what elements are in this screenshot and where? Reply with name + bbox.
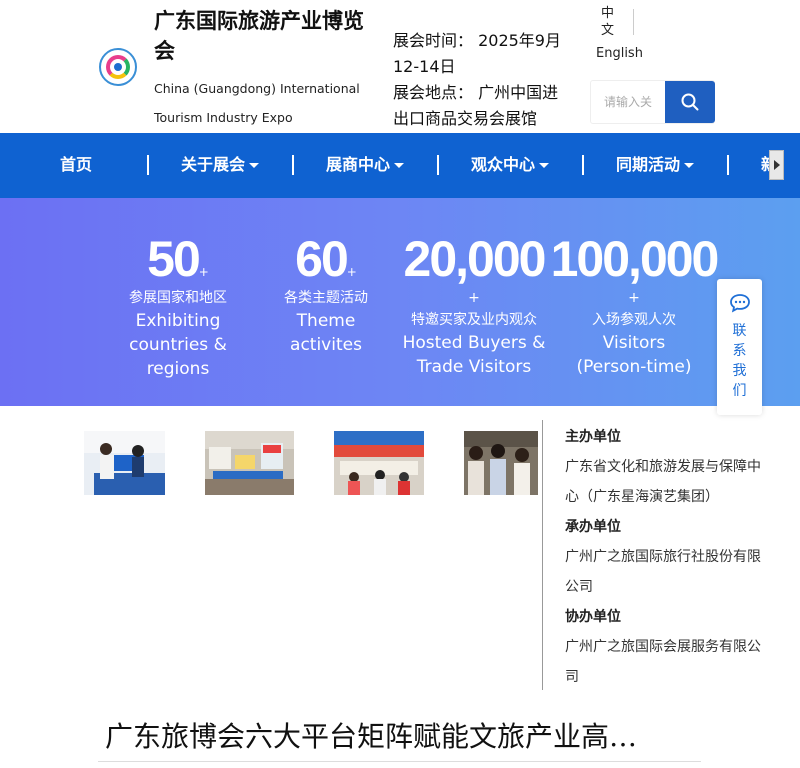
site-header: 广东国际旅游产业博览会 China (Guangdong) Internatio… <box>0 0 800 133</box>
organizer-value-host: 广东省文化和旅游发展与保障中心（广东星海演艺集团） <box>565 459 761 505</box>
chevron-right-icon <box>773 160 780 170</box>
stat-number: 100,000 <box>550 231 720 287</box>
organizer-value-organizer: 广州广之旅国际旅行社股份有限公司 <box>565 549 761 595</box>
photo-booth-crowd[interactable] <box>334 431 424 495</box>
stat-activities: 60+ 各类主题活动 Theme activites <box>262 231 390 357</box>
nav-item-exhibitors[interactable]: 展商中心 <box>326 133 405 198</box>
caret-down-icon <box>539 163 550 168</box>
search-icon <box>681 93 699 111</box>
main-nav: 首页 关于展会 展商中心 观众中心 同期活动 新 <box>0 133 800 198</box>
nav-separator <box>147 155 149 175</box>
expo-time: 展会时间： 2025年9月12-14日 <box>393 31 561 76</box>
chat-bubble-icon <box>729 293 751 317</box>
photo-registration-desk[interactable] <box>84 431 165 495</box>
stat-number: 60 <box>295 231 349 287</box>
contact-us-label: 联系我们 <box>732 323 747 399</box>
nav-scroll-right-button[interactable] <box>769 150 784 180</box>
nav-label: 观众中心 <box>471 155 536 174</box>
section-divider <box>542 420 543 690</box>
stat-visitors: 100,000 + 入场参观人次 Visitors (Person-time) <box>548 231 720 379</box>
nav-label: 关于展会 <box>181 155 246 174</box>
news-headline[interactable]: 广东旅博会六大平台矩阵赋能文旅产业高… <box>105 715 700 759</box>
stat-plus: + <box>198 265 209 279</box>
nav-separator <box>437 155 439 175</box>
site-title: 广东国际旅游产业博览会 <box>154 9 364 63</box>
nav-item-visitors[interactable]: 观众中心 <box>471 133 550 198</box>
lang-chinese[interactable]: 中文 <box>601 5 617 39</box>
search-box <box>590 80 715 124</box>
organizer-heading-host: 主办单位 <box>565 429 621 445</box>
stat-plus: + <box>628 290 640 306</box>
stat-label-zh: 参展国家和地区 <box>129 290 227 306</box>
stat-label-zh: 入场参观人次 <box>592 312 676 328</box>
nav-label: 首页 <box>60 155 93 174</box>
stat-label-en: Hosted Buyers & Trade Visitors <box>402 333 546 377</box>
language-switcher: 中文 English <box>596 5 646 61</box>
headline-underline <box>98 761 701 762</box>
stat-plus: + <box>346 265 357 279</box>
nav-separator <box>292 155 294 175</box>
search-input[interactable] <box>591 81 665 123</box>
nav-separator <box>582 155 584 175</box>
stat-label-en: Exhibiting countries & regions <box>129 311 227 379</box>
nav-item-about[interactable]: 关于展会 <box>181 133 260 198</box>
lang-divider <box>633 9 634 35</box>
stats-banner: 50+ 参展国家和地区 Exhibiting countries & regio… <box>0 198 800 406</box>
stat-label-en: Visitors (Person-time) <box>576 333 692 377</box>
caret-down-icon <box>394 163 405 168</box>
stat-label-en: Theme activites <box>290 311 362 355</box>
stat-buyers: 20,000 + 特邀买家及业内观众 Hosted Buyers & Trade… <box>398 231 550 379</box>
lang-english[interactable]: English <box>596 46 646 61</box>
organizers-panel: 主办单位 广东省文化和旅游发展与保障中心（广东星海演艺集团） 承办单位 广州广之… <box>565 422 765 692</box>
contact-us-widget[interactable]: 联系我们 <box>717 279 762 415</box>
nav-item-home[interactable]: 首页 <box>60 133 92 198</box>
expo-info: 展会时间： 2025年9月12-14日 展会地点： 广州中国进出口商品交易会展馆 <box>393 28 573 132</box>
caret-down-icon <box>684 163 695 168</box>
stat-label-zh: 特邀买家及业内观众 <box>411 312 537 328</box>
nav-item-events[interactable]: 同期活动 <box>616 133 695 198</box>
organizer-value-co-organizer: 广州广之旅国际会展服务有限公司 <box>565 639 761 685</box>
expo-logo[interactable] <box>99 48 137 86</box>
photo-conference-audience[interactable] <box>464 431 538 495</box>
stat-plus: + <box>468 290 480 306</box>
nav-label: 同期活动 <box>616 155 681 174</box>
stat-countries: 50+ 参展国家和地区 Exhibiting countries & regio… <box>100 231 256 381</box>
expo-venue: 展会地点： 广州中国进出口商品交易会展馆 <box>393 83 559 128</box>
search-button[interactable] <box>665 81 715 123</box>
stat-label-zh: 各类主题活动 <box>284 290 368 306</box>
photo-exhibition-hall[interactable] <box>205 431 294 495</box>
site-title-en: China (Guangdong) International Tourism … <box>154 81 360 125</box>
organizer-heading-co-organizer: 协办单位 <box>565 609 621 625</box>
organizer-heading-organizer: 承办单位 <box>565 519 621 535</box>
stat-number: 50 <box>147 231 201 287</box>
caret-down-icon <box>249 163 260 168</box>
nav-label: 展商中心 <box>326 155 391 174</box>
nav-separator <box>727 155 729 175</box>
stat-number: 20,000 <box>403 231 547 287</box>
